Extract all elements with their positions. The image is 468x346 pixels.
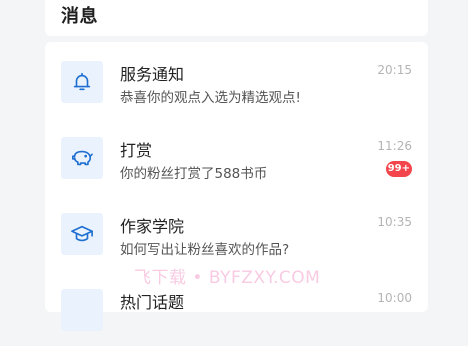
bell-icon <box>61 61 103 103</box>
message-item-tips[interactable]: 打赏 你的粉丝打赏了588书币 11:26 99+ <box>45 118 428 194</box>
message-preview: 你的粉丝打赏了588书币 <box>120 166 268 182</box>
page-title: 消息 <box>61 6 98 27</box>
hot-topic-icon <box>61 289 103 331</box>
message-title: 服务通知 <box>120 65 185 84</box>
message-title: 打赏 <box>120 141 153 160</box>
message-title: 作家学院 <box>120 217 185 236</box>
message-item-service-notice[interactable]: 服务通知 恭喜你的观点入选为精选观点! 20:15 <box>45 42 428 118</box>
message-time: 10:35 <box>377 215 412 229</box>
message-time: 10:00 <box>377 291 412 305</box>
graduation-cap-icon <box>61 213 103 255</box>
message-preview: 恭喜你的观点入选为精选观点! <box>120 90 301 106</box>
message-time: 20:15 <box>377 63 412 77</box>
message-time: 11:26 <box>377 139 412 153</box>
message-preview: 如何写出让粉丝喜欢的作品? <box>120 242 290 258</box>
message-item-writer-academy[interactable]: 作家学院 如何写出让粉丝喜欢的作品? 10:35 <box>45 194 428 270</box>
unread-count-badge: 99+ <box>385 161 412 177</box>
message-item-hot-topics[interactable]: 热门话题 10:00 <box>45 270 428 346</box>
header-bar: 消息 <box>45 0 428 36</box>
piggy-bank-icon <box>61 137 103 179</box>
message-title: 热门话题 <box>120 293 185 312</box>
message-list: 服务通知 恭喜你的观点入选为精选观点! 20:15 打赏 你的粉丝打赏了588书… <box>45 42 428 331</box>
